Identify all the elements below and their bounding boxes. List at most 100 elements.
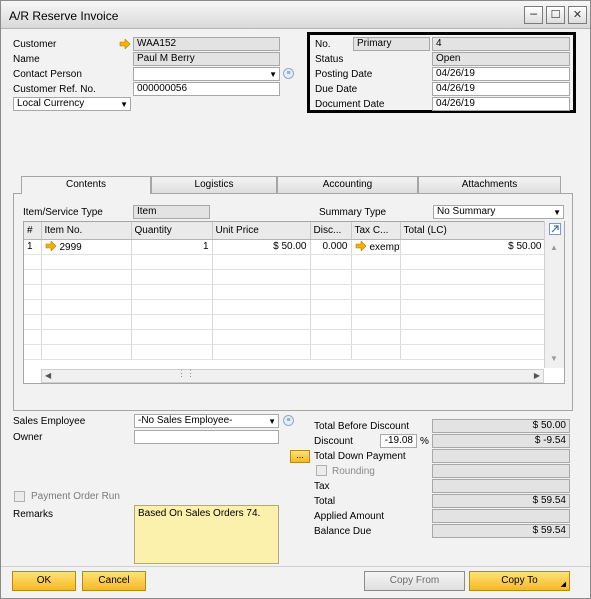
column-header-num[interactable]: # (24, 222, 42, 240)
cancel-button[interactable]: Cancel (82, 571, 146, 591)
expand-icon[interactable] (549, 223, 561, 235)
scroll-right-icon[interactable]: ▶ (534, 371, 540, 380)
payment-order-run-checkbox[interactable] (14, 491, 25, 502)
grid-header-row: # Item No. Quantity Unit Price Disc... T… (24, 222, 546, 240)
bottom-divider (1, 566, 590, 567)
applied-amount-field[interactable] (432, 509, 570, 523)
scroll-down-icon[interactable]: ▼ (550, 354, 558, 363)
applied-amount-label: Applied Amount (314, 511, 385, 522)
ok-button[interactable]: OK (12, 571, 76, 591)
minimize-icon[interactable]: ─ (524, 6, 543, 24)
column-header-item-no[interactable]: Item No. (41, 222, 132, 240)
payment-order-run-label: Payment Order Run (31, 491, 120, 502)
due-date-field[interactable]: 04/26/19 (432, 82, 570, 96)
grid-horizontal-scrollbar[interactable]: ◀ ⋮⋮ ▶ (41, 368, 544, 383)
table-row[interactable] (24, 299, 546, 315)
item-service-type-field[interactable]: Item (133, 205, 210, 219)
status-label: Status (315, 54, 344, 65)
column-header-discount[interactable]: Disc... (310, 222, 352, 240)
discount-amount-field[interactable]: $ -9.54 (432, 434, 570, 448)
tab-contents[interactable]: Contents (21, 176, 151, 194)
table-row[interactable] (24, 269, 546, 285)
name-field[interactable]: Paul M Berry (133, 52, 280, 66)
list-icon[interactable]: ≡ (283, 415, 294, 426)
customer-ref-field[interactable]: 000000056 (133, 82, 280, 96)
table-row[interactable] (24, 314, 546, 330)
tax-code-cell[interactable]: exempt (351, 239, 401, 255)
link-arrow-icon[interactable] (355, 239, 367, 252)
discount-cell[interactable]: 0.000 (310, 239, 352, 255)
remarks-textarea[interactable]: Based On Sales Orders 74. (134, 505, 279, 564)
table-row[interactable] (24, 329, 546, 345)
discount-percent-field[interactable]: -19.08 (380, 434, 417, 448)
contents-grid: # Item No. Quantity Unit Price Disc... T… (23, 221, 565, 384)
scroll-grip-icon[interactable]: ⋮⋮ (177, 368, 195, 379)
status-field[interactable]: Open (432, 52, 570, 66)
total-down-payment-label: Total Down Payment (314, 451, 406, 462)
rounding-label: Rounding (332, 466, 375, 477)
total-before-discount-field[interactable]: $ 50.00 (432, 419, 570, 433)
total-field[interactable]: $ 59.54 (432, 494, 570, 508)
link-arrow-icon[interactable] (45, 239, 57, 252)
column-header-unit-price[interactable]: Unit Price (212, 222, 311, 240)
maximize-icon[interactable]: ☐ (546, 6, 565, 24)
menu-triangle-icon: ◢ (560, 581, 566, 588)
tax-label: Tax (314, 481, 330, 492)
owner-label: Owner (13, 432, 43, 443)
copy-to-button[interactable]: Copy To ◢ (469, 571, 570, 591)
copy-from-button[interactable]: Copy From (364, 571, 465, 591)
item-no-value: 2999 (59, 241, 82, 253)
customer-field[interactable]: WAA152 (133, 37, 280, 51)
grid-vertical-scrollbar[interactable]: ▲ ▼ (544, 221, 564, 368)
series-dropdown[interactable]: Primary (353, 37, 430, 51)
copy-to-label: Copy To (501, 575, 538, 586)
scroll-left-icon[interactable]: ◀ (45, 371, 51, 380)
down-payment-button[interactable]: ... (290, 450, 310, 463)
tab-logistics[interactable]: Logistics (151, 176, 277, 193)
currency-dropdown[interactable]: Local Currency ▼ (13, 97, 131, 111)
total-down-payment-field[interactable] (432, 449, 570, 463)
document-number-field[interactable]: 4 (432, 37, 570, 51)
rounding-field[interactable] (432, 464, 570, 478)
owner-field[interactable] (134, 430, 279, 444)
sales-employee-dropdown[interactable]: -No Sales Employee- ▼ (134, 414, 279, 428)
table-row[interactable] (24, 254, 546, 270)
document-date-label: Document Date (315, 99, 385, 110)
close-icon[interactable]: ✕ (568, 6, 587, 24)
unit-price-cell[interactable]: $ 50.00 (212, 239, 311, 255)
percent-sign: % (420, 436, 429, 447)
rounding-checkbox[interactable] (316, 465, 327, 476)
table-row[interactable] (24, 284, 546, 300)
summary-type-value: No Summary (437, 206, 496, 217)
sales-employee-label: Sales Employee (13, 416, 86, 427)
document-date-field[interactable]: 04/26/19 (432, 97, 570, 111)
summary-type-dropdown[interactable]: No Summary ▼ (433, 205, 564, 219)
tab-accounting[interactable]: Accounting (277, 176, 418, 193)
contact-person-label: Contact Person (13, 69, 82, 80)
tax-code-value: exempt (369, 241, 400, 253)
sales-employee-value: -No Sales Employee- (138, 415, 233, 426)
title-bar[interactable]: A/R Reserve Invoice ─ ☐ ✕ (1, 1, 590, 29)
total-label: Total (314, 496, 336, 507)
name-label: Name (13, 54, 40, 65)
column-header-tax-code[interactable]: Tax C... (351, 222, 401, 240)
series-value: Primary (357, 38, 392, 49)
item-no-cell[interactable]: 2999 (41, 239, 132, 255)
posting-date-field[interactable]: 04/26/19 (432, 67, 570, 81)
quantity-cell[interactable]: 1 (131, 239, 213, 255)
balance-due-label: Balance Due (314, 526, 372, 537)
balance-due-field[interactable]: $ 59.54 (432, 524, 570, 538)
table-row[interactable]: 1 2999 1 $ 50.00 0.000 exempt $ 50.00 (24, 239, 546, 255)
tax-field[interactable] (432, 479, 570, 493)
link-arrow-icon[interactable] (119, 39, 131, 49)
column-header-total[interactable]: Total (LC) (400, 222, 546, 240)
contents-table: # Item No. Quantity Unit Price Disc... T… (24, 222, 546, 360)
table-row[interactable] (24, 344, 546, 360)
due-date-label: Due Date (315, 84, 358, 95)
scroll-up-icon[interactable]: ▲ (550, 243, 558, 252)
contact-person-dropdown[interactable]: ▼ (133, 67, 280, 81)
list-icon[interactable]: ≡ (283, 68, 294, 79)
tab-attachments[interactable]: Attachments (418, 176, 561, 193)
total-cell[interactable]: $ 50.00 (400, 239, 546, 255)
column-header-quantity[interactable]: Quantity (131, 222, 213, 240)
